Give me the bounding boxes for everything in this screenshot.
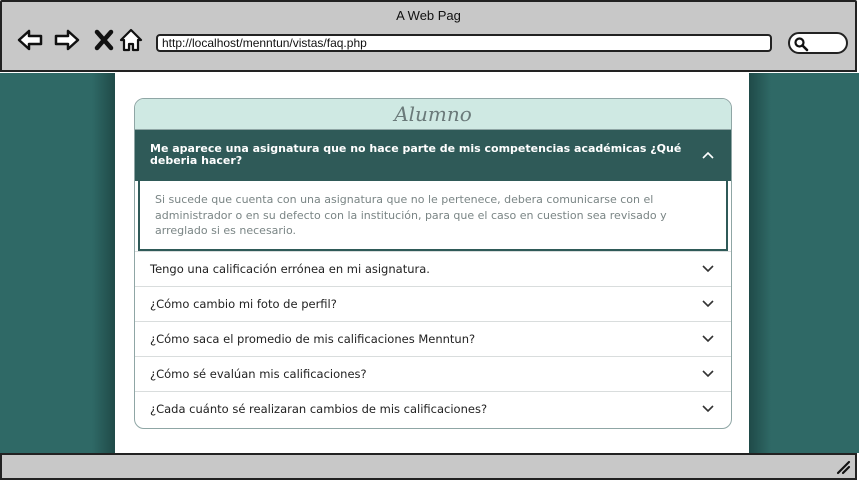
faq-question-item[interactable]: ¿Cómo cambio mi foto de perfil? [135,286,731,321]
chevron-down-icon [702,370,714,378]
chevron-down-icon [702,405,714,413]
chevron-down-icon [702,335,714,343]
browser-status-bar [0,453,857,480]
chevron-up-icon [702,151,714,159]
chevron-down-icon [702,300,714,308]
chevron-down-icon [702,265,714,273]
faq-question-text: ¿Cómo saca el promedio de mis calificaci… [150,332,476,346]
faq-question-text: ¿Cómo sé evalúan mis calificaciones? [150,367,367,381]
browser-viewport: Alumno Me aparece una asignatura que no … [0,73,859,453]
search-icon [794,37,809,52]
faq-question-text: ¿Cómo cambio mi foto de perfil? [150,297,337,311]
search-field[interactable] [788,32,848,54]
faq-question-text: Me aparece una asignatura que no hace pa… [150,142,682,167]
browser-toolbar: A Web Pag http://localhost/menntun/vista… [0,0,857,72]
faq-question-open[interactable]: Me aparece una asignatura que no hace pa… [135,130,731,181]
address-bar-input[interactable]: http://localhost/menntun/vistas/faq.php [156,34,772,52]
faq-section-title: Alumno [135,99,731,130]
faq-answer: Si sucede que cuenta con una asignatura … [138,181,728,251]
faq-question-item[interactable]: Tengo una calificación errónea en mi asi… [135,251,731,286]
faq-accordion: Alumno Me aparece una asignatura que no … [134,98,732,429]
resize-grip-icon[interactable] [835,459,851,475]
faq-question-item[interactable]: ¿Cómo saca el promedio de mis calificaci… [135,321,731,356]
faq-question-item[interactable]: ¿Cómo sé evalúan mis calificaciones? [135,356,731,391]
faq-question-item[interactable]: ¿Cada cuánto sé realizaran cambios de mi… [135,391,731,426]
faq-question-text: Tengo una calificación errónea en mi asi… [150,262,430,276]
window-title: A Web Pag [396,8,461,23]
faq-page: Alumno Me aparece una asignatura que no … [115,73,749,453]
page-background-left [0,73,115,453]
home-icon[interactable] [118,26,146,54]
arrow-right-icon[interactable] [53,26,81,54]
page-background-right [749,73,859,453]
faq-question-text: ¿Cada cuánto sé realizaran cambios de mi… [150,402,488,416]
arrow-left-icon[interactable] [16,26,44,54]
close-icon[interactable] [91,26,119,54]
